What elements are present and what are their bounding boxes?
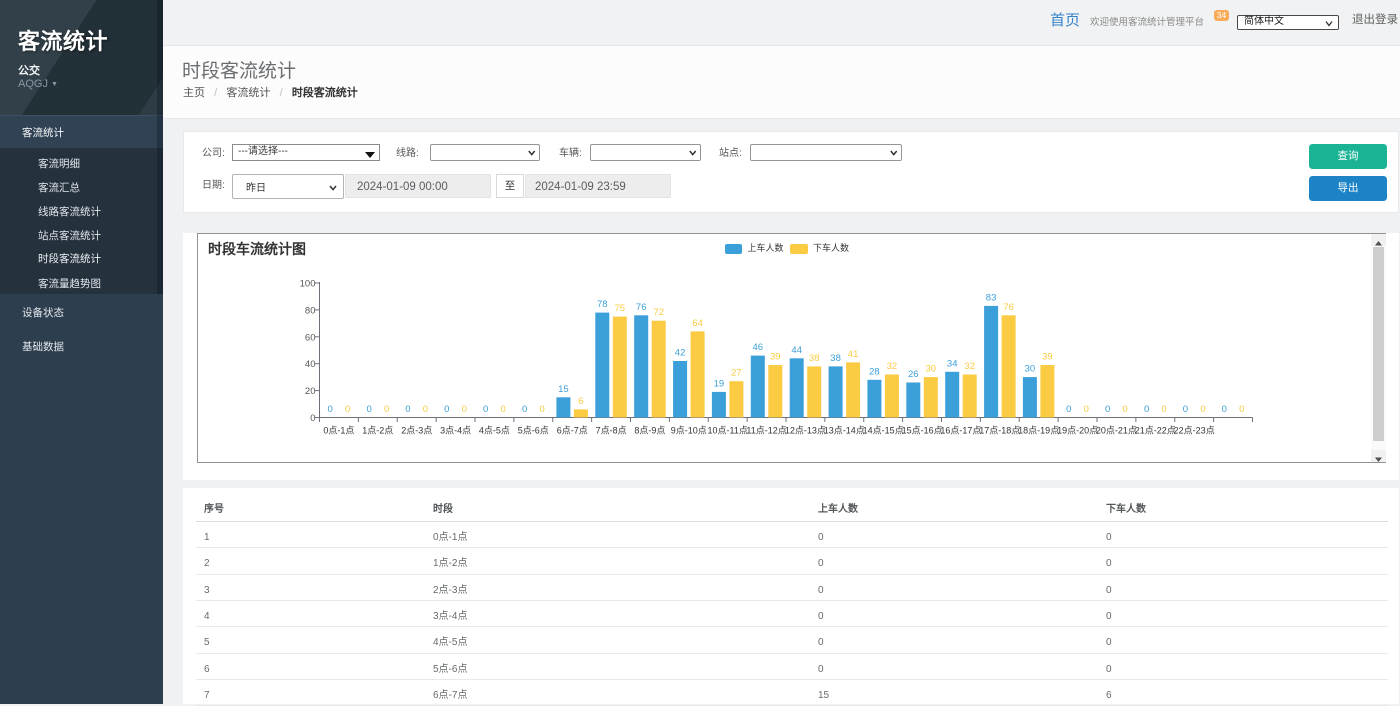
svg-text:0: 0 [1183, 404, 1188, 415]
svg-text:76: 76 [636, 302, 647, 313]
svg-text:0: 0 [539, 404, 544, 415]
svg-text:6: 6 [578, 396, 583, 407]
svg-text:64: 64 [692, 318, 703, 329]
svg-text:100: 100 [300, 279, 316, 290]
svg-text:3点-4点: 3点-4点 [440, 426, 471, 436]
svg-text:17点-18点: 17点-18点 [979, 426, 1020, 436]
svg-text:28: 28 [869, 366, 880, 377]
svg-text:0: 0 [501, 404, 506, 415]
svg-text:0: 0 [522, 404, 527, 415]
svg-text:0: 0 [328, 404, 333, 415]
svg-text:20: 20 [305, 386, 316, 397]
svg-text:0: 0 [1084, 404, 1089, 415]
svg-text:0: 0 [384, 404, 389, 415]
svg-text:0: 0 [423, 404, 428, 415]
svg-text:9点-10点: 9点-10点 [671, 426, 707, 436]
svg-text:18点-19点: 18点-19点 [1018, 426, 1059, 436]
svg-text:6点-7点: 6点-7点 [557, 426, 588, 436]
svg-text:80: 80 [305, 305, 316, 316]
svg-text:0: 0 [310, 413, 315, 424]
svg-text:0: 0 [366, 404, 371, 415]
svg-text:40: 40 [305, 359, 316, 370]
svg-text:0: 0 [444, 404, 449, 415]
svg-text:20点-21点: 20点-21点 [1096, 426, 1137, 436]
svg-text:39: 39 [770, 352, 781, 363]
svg-text:60: 60 [305, 332, 316, 343]
svg-text:0: 0 [1239, 404, 1244, 415]
svg-text:0: 0 [345, 404, 350, 415]
svg-text:30: 30 [1025, 364, 1036, 375]
svg-text:5点-6点: 5点-6点 [518, 426, 549, 436]
svg-text:39: 39 [1042, 352, 1053, 363]
svg-text:32: 32 [964, 361, 975, 372]
svg-text:0: 0 [1200, 404, 1205, 415]
svg-text:13点-14点: 13点-14点 [824, 426, 865, 436]
svg-text:46: 46 [753, 342, 764, 353]
svg-text:30: 30 [926, 364, 937, 375]
svg-text:2点-3点: 2点-3点 [401, 426, 432, 436]
svg-text:0: 0 [1144, 404, 1149, 415]
svg-text:75: 75 [615, 303, 626, 314]
svg-text:83: 83 [986, 292, 997, 303]
svg-text:38: 38 [809, 353, 820, 364]
svg-text:32: 32 [887, 361, 898, 372]
svg-text:4点-5点: 4点-5点 [479, 426, 510, 436]
svg-text:10点-11点: 10点-11点 [708, 426, 748, 436]
svg-text:44: 44 [791, 345, 802, 356]
svg-text:26: 26 [908, 369, 919, 380]
svg-text:15点-16点: 15点-16点 [902, 426, 943, 436]
svg-text:14点-15点: 14点-15点 [863, 426, 904, 436]
svg-text:0点-1点: 0点-1点 [323, 426, 354, 436]
svg-text:72: 72 [653, 307, 664, 318]
svg-text:76: 76 [1003, 302, 1014, 313]
svg-text:15: 15 [558, 384, 569, 395]
svg-text:0: 0 [1161, 404, 1166, 415]
svg-text:0: 0 [462, 404, 467, 415]
svg-text:0: 0 [405, 404, 410, 415]
svg-text:34: 34 [947, 358, 958, 369]
svg-text:19点-20点: 19点-20点 [1057, 426, 1098, 436]
svg-text:0: 0 [1105, 404, 1110, 415]
svg-text:11点-12点: 11点-12点 [746, 426, 786, 436]
svg-text:16点-17点: 16点-17点 [940, 426, 981, 436]
svg-text:19: 19 [714, 378, 725, 389]
svg-text:12点-13点: 12点-13点 [785, 426, 826, 436]
svg-text:21点-22点: 21点-22点 [1135, 426, 1176, 436]
svg-text:7点-8点: 7点-8点 [596, 426, 627, 436]
svg-text:8点-9点: 8点-9点 [634, 426, 665, 436]
svg-text:0: 0 [1066, 404, 1071, 415]
svg-text:0: 0 [483, 404, 488, 415]
svg-text:41: 41 [848, 349, 859, 360]
svg-text:1点-2点: 1点-2点 [362, 426, 393, 436]
svg-text:38: 38 [830, 353, 841, 364]
svg-text:0: 0 [1123, 404, 1128, 415]
svg-text:78: 78 [597, 299, 608, 310]
svg-text:42: 42 [675, 348, 686, 359]
svg-text:0: 0 [1222, 404, 1227, 415]
svg-text:22点-23点: 22点-23点 [1174, 426, 1215, 436]
svg-text:27: 27 [731, 368, 742, 379]
